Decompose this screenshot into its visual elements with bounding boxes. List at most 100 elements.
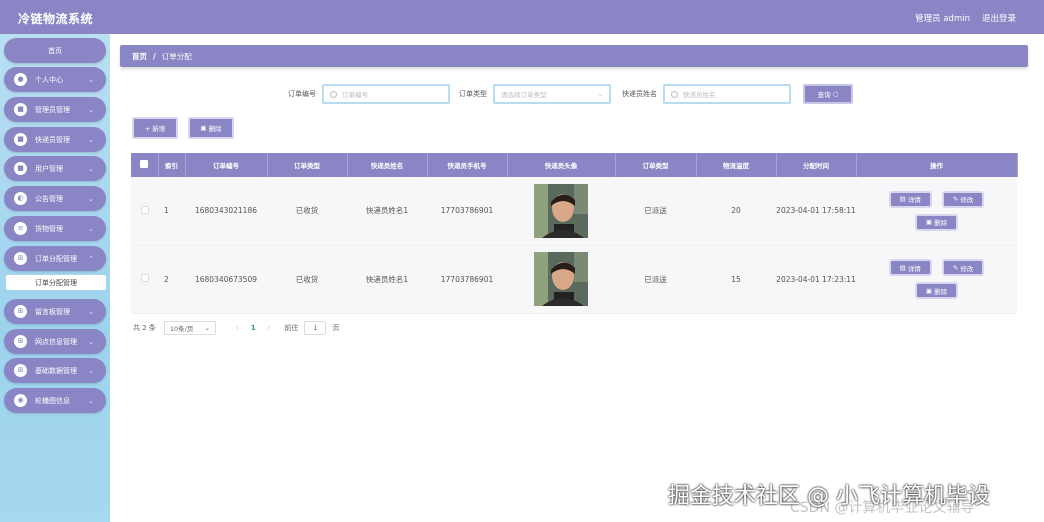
edit-button[interactable]: ✎ 修改 — [941, 259, 985, 276]
person-icon: ● — [14, 73, 27, 86]
row-delete-button[interactable]: ▣ 删除 — [914, 213, 959, 231]
col-operations: 操作 — [856, 153, 1018, 177]
page-size-select[interactable]: 10条/页 ⌄ — [163, 321, 216, 335]
edit-button[interactable]: ✎ 修改 — [941, 190, 985, 208]
col-delivery-status: 订单类型 — [615, 153, 697, 177]
courier-name-label: 快递员姓名 — [622, 90, 657, 98]
cell-delivery-status: 已派送 — [615, 245, 696, 314]
order-no-input[interactable]: 订单编号 — [322, 84, 450, 104]
select-all-checkbox[interactable] — [140, 160, 149, 168]
cell-courier-phone: 17703786901 — [427, 177, 507, 246]
sidebar-item-users[interactable]: ■ 用户管理 ⌄ — [4, 156, 106, 181]
col-order-type: 订单类型 — [267, 153, 348, 177]
breadcrumb-separator: / — [153, 51, 156, 61]
pagination: 共 2 条 10条/页 ⌄ ‹ 1 › 前往 1 页 — [133, 321, 339, 335]
table-header-row: 索引 订单编号 订单类型 快递员姓名 快递员手机号 快递员头像 订单类型 物流温… — [131, 153, 1018, 177]
sidebar-item-message-board[interactable]: ⊞ 留言板管理 ⌄ — [4, 299, 106, 324]
order-no-label: 订单编号 — [288, 90, 316, 98]
cell-order-no: 1680340673509 — [185, 245, 267, 314]
prev-page-button[interactable]: ‹ — [236, 324, 239, 332]
goto-label: 前往 — [284, 324, 299, 332]
total-count: 共 2 条 — [133, 324, 156, 332]
doc-icon: ▤ — [899, 263, 906, 272]
detail-button[interactable]: ▤ 详情 — [888, 259, 932, 276]
col-temperature: 物流温度 — [696, 153, 777, 177]
top-bar: 冷链物流系统 管理员 admin 退出登录 — [0, 0, 1044, 34]
pencil-icon: ✎ — [952, 195, 959, 204]
search-icon — [671, 90, 678, 98]
cell-courier-name: 快递员姓名1 — [347, 177, 427, 246]
chevron-down-icon: ⌄ — [597, 90, 603, 98]
col-order-no: 订单编号 — [185, 153, 268, 177]
sidebar-item-notice[interactable]: ◐ 公告管理 ⌄ — [4, 186, 106, 211]
order-type-select[interactable]: 请选择订单类型 ⌄ — [493, 84, 611, 104]
juejin-watermark: 掘金技术社区 @ 小飞计算机毕设 — [668, 484, 990, 509]
app-title: 冷链物流系统 — [18, 12, 94, 26]
query-button[interactable]: 查询 ○ — [803, 84, 853, 104]
detail-button[interactable]: ▤ 详情 — [888, 190, 932, 208]
courier-avatar — [534, 183, 588, 238]
sidebar-item-goods[interactable]: ≡ 货物管理 ⌄ — [4, 216, 106, 241]
sidebar-item-outlets[interactable]: ⊞ 网点信息管理 ⌄ — [4, 329, 106, 354]
cell-temperature: 20 — [696, 177, 776, 246]
courier-name-input[interactable]: 快递员姓名 — [663, 84, 791, 104]
chevron-down-icon: ⌄ — [88, 307, 94, 316]
next-page-button[interactable]: › — [268, 324, 271, 332]
cell-assign-time: 2023-04-01 17:23:11 — [776, 245, 856, 314]
grid-icon: ⊞ — [14, 252, 27, 265]
search-icon: ○ — [832, 90, 839, 98]
page-number-1[interactable]: 1 — [251, 324, 256, 332]
chevron-down-icon: ⌄ — [88, 75, 94, 84]
chevron-down-icon: ⌄ — [88, 337, 94, 346]
sidebar-item-order-assign[interactable]: ⊞ 订单分配管理 ⌃ — [4, 246, 106, 271]
cell-index: 1 — [158, 177, 185, 246]
sidebar-item-courier[interactable]: ■ 快递员管理 ⌄ — [4, 127, 106, 152]
col-courier-name: 快递员姓名 — [347, 153, 428, 177]
search-order-no-group: 订单编号 订单编号 — [288, 84, 450, 104]
logout-link[interactable]: 退出登录 — [982, 12, 1016, 24]
notice-icon: ◐ — [14, 192, 27, 205]
col-courier-phone: 快递员手机号 — [427, 153, 508, 177]
sidebar-subitem-order-assign[interactable]: 订单分配管理 — [6, 275, 106, 290]
search-courier-group: 快递员姓名 快递员姓名 — [622, 84, 791, 104]
row-delete-button[interactable]: ▣ 删除 — [914, 282, 959, 299]
chevron-down-icon: ⌄ — [88, 396, 94, 405]
courier-avatar — [534, 252, 588, 306]
trash-icon: ▣ — [925, 218, 933, 227]
row-checkbox[interactable] — [140, 205, 149, 214]
current-user[interactable]: 管理员 admin — [915, 12, 970, 24]
cell-index: 2 — [158, 245, 185, 314]
row-checkbox-cell — [131, 245, 158, 314]
cell-operations: ▤ 详情 ✎ 修改 ▣ 删除 — [856, 177, 1017, 246]
breadcrumb-home[interactable]: 首页 — [132, 51, 147, 62]
chevron-down-icon: ⌄ — [88, 366, 94, 375]
row-checkbox-cell — [131, 177, 158, 246]
cell-order-type: 已收货 — [267, 245, 347, 314]
delete-button[interactable]: ▣ 删除 — [188, 117, 234, 139]
image-icon: ◉ — [14, 394, 27, 407]
col-assign-time: 分配时间 — [776, 153, 857, 177]
courier-icon: ■ — [14, 133, 27, 146]
chevron-down-icon: ⌄ — [88, 224, 94, 233]
cell-order-type: 已收货 — [267, 177, 347, 246]
sidebar-item-home[interactable]: 首页 — [4, 38, 106, 63]
sidebar-item-basic-data[interactable]: ⊞ 基础数据管理 ⌄ — [4, 358, 106, 383]
sidebar-item-profile[interactable]: ● 个人中心 ⌄ — [4, 67, 106, 92]
grid-icon: ⊞ — [14, 335, 27, 348]
col-index: 索引 — [158, 153, 186, 177]
cell-order-no: 1680343021186 — [185, 177, 267, 246]
row-checkbox[interactable] — [140, 274, 149, 282]
chevron-down-icon: ⌄ — [88, 164, 94, 173]
grid-icon: ⊞ — [14, 364, 27, 377]
cell-courier-phone: 17703786901 — [427, 245, 507, 314]
chevron-down-icon: ⌄ — [204, 324, 210, 332]
add-button[interactable]: + 新增 — [132, 117, 178, 139]
chevron-up-icon: ⌃ — [88, 254, 94, 263]
search-icon — [330, 90, 337, 98]
goto-page-input[interactable]: 1 — [304, 321, 327, 335]
chevron-down-icon: ⌄ — [88, 135, 94, 144]
pencil-icon: ✎ — [952, 263, 959, 272]
sidebar-item-admin[interactable]: ■ 管理员管理 ⌄ — [4, 97, 106, 122]
user-icon: ■ — [14, 162, 27, 175]
sidebar-item-carousel[interactable]: ◉ 轮播图信息 ⌄ — [4, 388, 106, 413]
